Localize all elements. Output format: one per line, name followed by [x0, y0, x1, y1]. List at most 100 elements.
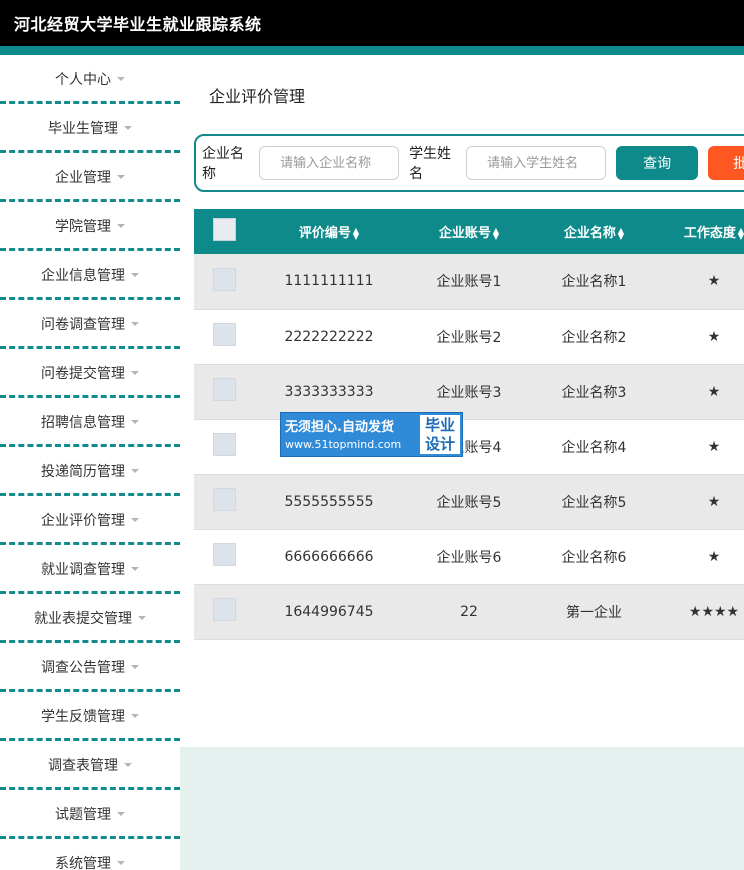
- cell-company-name: 企业名称2: [561, 329, 627, 346]
- cell-eval-id: 1111111111: [284, 273, 374, 290]
- row-select-cell: [194, 419, 254, 474]
- cell-eval-id: 2222222222: [284, 328, 374, 345]
- sidebar-item-label: 企业管理: [55, 170, 111, 186]
- cell-company-account: 企业账号1: [436, 274, 502, 291]
- sidebar-item-label: 试题管理: [55, 807, 111, 823]
- table-row[interactable]: 5555555555 企业账号5 企业名称5 ★: [194, 474, 744, 529]
- main-content: 企业评价管理 企业名称 学生姓名 查询 批 评价编号▲▼ 企业账号▲▼ 企业名称…: [180, 55, 744, 870]
- sidebar-item[interactable]: 学生反馈管理: [0, 692, 180, 741]
- cell-eval-id: 5555555555: [284, 493, 374, 510]
- column-header-company-account[interactable]: 企业账号 ▲ ▼: [404, 209, 534, 254]
- watermark-text-line1: 无须担心.自动发货: [285, 420, 394, 435]
- row-checkbox[interactable]: [212, 488, 236, 511]
- sidebar-item-label: 调查表管理: [48, 758, 118, 774]
- cell-company-name: 企业名称4: [561, 439, 627, 456]
- sidebar-item[interactable]: 问卷提交管理: [0, 349, 180, 398]
- sidebar-item[interactable]: 调查公告管理: [0, 643, 180, 692]
- row-checkbox[interactable]: [212, 598, 236, 621]
- sidebar-item[interactable]: 系统管理: [0, 839, 180, 870]
- search-bar: 企业名称 学生姓名 查询 批: [194, 134, 744, 192]
- chevron-down-icon: [131, 322, 139, 326]
- cell-work-attitude: ★: [707, 438, 721, 455]
- page-title: 企业评价管理: [209, 87, 306, 106]
- sidebar-item-label: 投递简历管理: [41, 464, 125, 480]
- table-row[interactable]: 6666666666 企业账号6 企业名称6 ★: [194, 529, 744, 584]
- sidebar-item[interactable]: 企业管理: [0, 153, 180, 202]
- cell-work-attitude: ★★★★: [688, 603, 740, 620]
- company-name-label: 企业名称: [202, 146, 244, 182]
- sidebar-item-label: 个人中心: [55, 72, 111, 88]
- chevron-down-icon: [131, 518, 139, 522]
- column-header-work-attitude[interactable]: 工作态度 ▲ ▼: [654, 209, 744, 254]
- sidebar-item[interactable]: 学院管理: [0, 202, 180, 251]
- cell-company-account: 企业账号2: [436, 329, 502, 346]
- cell-company-name: 企业名称5: [561, 494, 627, 511]
- sidebar-item[interactable]: 试题管理: [0, 790, 180, 839]
- cell-work-attitude: ★: [707, 273, 721, 290]
- row-checkbox[interactable]: [212, 543, 236, 566]
- cell-work-attitude: ★: [707, 548, 721, 565]
- sidebar-item[interactable]: 调查表管理: [0, 741, 180, 790]
- sidebar-item[interactable]: 企业信息管理: [0, 251, 180, 300]
- sort-icon: ▲ ▼: [617, 225, 625, 241]
- column-header-company-name[interactable]: 企业名称 ▲ ▼: [534, 209, 654, 254]
- row-select-cell: [194, 254, 254, 309]
- chevron-down-icon: [117, 175, 125, 179]
- sidebar-item[interactable]: 问卷调查管理: [0, 300, 180, 349]
- chevron-down-icon: [117, 861, 125, 865]
- chevron-down-icon: [131, 665, 139, 669]
- watermark-badge-line2: 设计: [424, 434, 455, 453]
- sidebar-item[interactable]: 毕业生管理: [0, 104, 180, 153]
- header-accent-bar: [0, 46, 744, 55]
- chevron-down-icon: [131, 714, 139, 718]
- sidebar-item[interactable]: 个人中心: [0, 55, 180, 104]
- table-row[interactable]: 4444444444企业账号4企业名称4★: [194, 419, 744, 474]
- chevron-down-icon: [117, 224, 125, 228]
- company-name-input[interactable]: [259, 146, 400, 180]
- row-checkbox[interactable]: [212, 267, 236, 291]
- app-header: 河北经贸大学毕业生就业跟踪系统: [0, 0, 744, 46]
- watermark-url: www.51topmind.com: [285, 438, 402, 451]
- select-all-cell: [194, 209, 254, 254]
- cell-company-account: 企业账号6: [436, 549, 502, 566]
- cell-eval-id: 3333333333: [284, 383, 374, 400]
- sidebar-item-label: 就业表提交管理: [34, 611, 132, 627]
- table-row[interactable]: 1644996745 22 第一企业 ★★★★: [194, 584, 744, 639]
- student-name-input[interactable]: [466, 146, 607, 180]
- select-all-checkbox[interactable]: [212, 218, 236, 241]
- cell-company-name: 第一企业: [566, 604, 622, 621]
- row-checkbox[interactable]: [212, 378, 236, 401]
- sidebar-item[interactable]: 就业调查管理: [0, 545, 180, 594]
- chevron-down-icon: [117, 77, 125, 81]
- row-checkbox[interactable]: [212, 433, 236, 456]
- sort-icon: ▲ ▼: [737, 225, 744, 241]
- table-row[interactable]: 1111111111 企业账号1 企业名称1 ★: [194, 254, 744, 309]
- chevron-down-icon: [131, 469, 139, 473]
- sidebar-item-label: 招聘信息管理: [41, 415, 125, 431]
- chevron-down-icon: [131, 567, 139, 571]
- table-row[interactable]: 2222222222 企业账号2 企业名称2 ★: [194, 309, 744, 364]
- chevron-down-icon: [124, 126, 132, 130]
- watermark-overlay: 无须担心.自动发货 www.51topmind.com 毕业 设计: [280, 412, 463, 457]
- row-select-cell: [194, 364, 254, 419]
- column-header-eval-id[interactable]: 评价编号 ▲ ▼: [254, 209, 404, 254]
- cell-work-attitude: ★: [707, 493, 721, 510]
- cell-company-account: 22: [460, 603, 478, 620]
- query-button[interactable]: 查询: [616, 146, 699, 180]
- sidebar-item-label: 问卷调查管理: [41, 317, 125, 333]
- row-checkbox[interactable]: [212, 323, 236, 346]
- sidebar-item[interactable]: 就业表提交管理: [0, 594, 180, 643]
- sidebar-item[interactable]: 投递简历管理: [0, 447, 180, 496]
- sidebar-item-label: 学院管理: [55, 219, 111, 235]
- batch-button[interactable]: 批: [708, 146, 744, 180]
- sidebar-item[interactable]: 企业评价管理: [0, 496, 180, 545]
- cell-eval-id: 1644996745: [284, 603, 374, 620]
- evaluation-table: 评价编号 ▲ ▼ 企业账号 ▲ ▼ 企业名称 ▲ ▼ 工作态度 ▲ ▼ 1111111111 企业…: [194, 209, 744, 640]
- chevron-down-icon: [131, 420, 139, 424]
- table-row[interactable]: 3333333333 企业账号3 企业名称3 ★: [194, 364, 744, 419]
- bottom-background: [180, 747, 744, 870]
- sidebar-item[interactable]: 招聘信息管理: [0, 398, 180, 447]
- cell-company-account: 企业账号5: [436, 494, 502, 511]
- chevron-down-icon: [131, 371, 139, 375]
- sidebar-item-label: 调查公告管理: [41, 660, 125, 676]
